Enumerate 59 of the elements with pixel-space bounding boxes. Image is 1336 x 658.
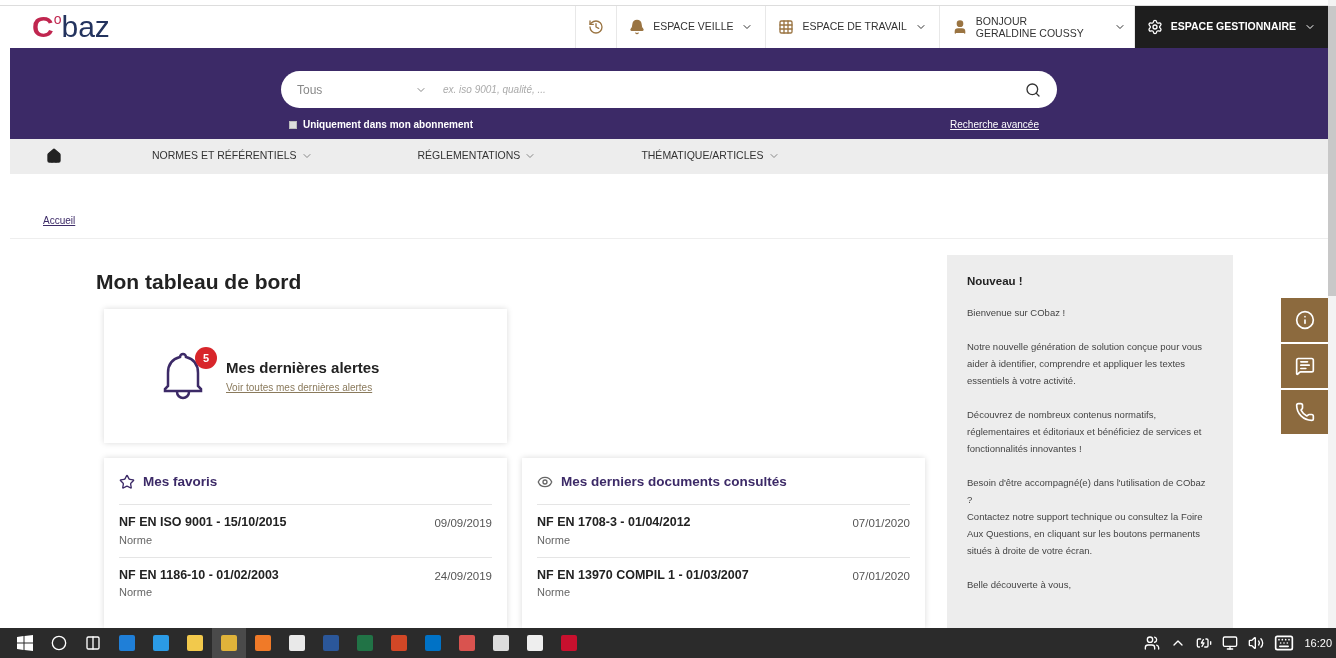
nav-menu-item[interactable]: RÉGLEMENTATIONS bbox=[417, 148, 537, 165]
bell-icon bbox=[629, 19, 646, 35]
header-menu-button[interactable]: ESPACE GESTIONNAIRE bbox=[1133, 5, 1328, 49]
page-title: Mon tableau de bord bbox=[96, 268, 303, 295]
windows-icon bbox=[17, 635, 33, 651]
side-action-button[interactable] bbox=[1281, 389, 1328, 434]
document-date: 09/09/2019 bbox=[434, 516, 492, 532]
task-view-icon bbox=[85, 635, 101, 651]
document-type: Norme bbox=[537, 585, 571, 601]
side-action-button[interactable] bbox=[1281, 343, 1328, 388]
phone-icon bbox=[1294, 401, 1315, 422]
settings-icon bbox=[1146, 19, 1163, 35]
search-field[interactable]: Tous ex. iso 9001, qualité, ... bbox=[281, 71, 1057, 109]
document-type: Norme bbox=[537, 533, 571, 548]
info-icon bbox=[1294, 309, 1315, 330]
history-icon bbox=[588, 19, 605, 35]
news-title: Nouveau ! bbox=[967, 273, 1024, 289]
search-icon[interactable] bbox=[1025, 81, 1041, 98]
document-date: 07/01/2020 bbox=[852, 516, 910, 532]
checkbox-label: Uniquement dans mon abonnement bbox=[303, 118, 473, 133]
network-icon[interactable] bbox=[1222, 635, 1239, 651]
volume-icon[interactable] bbox=[1248, 635, 1265, 651]
document-title[interactable]: NF EN ISO 9001 - 15/10/2015 bbox=[119, 513, 287, 532]
checkbox[interactable] bbox=[289, 120, 297, 129]
people-icon[interactable] bbox=[1144, 635, 1161, 651]
card-title: Mes favoris bbox=[143, 473, 218, 491]
news-paragraph: Notre nouvelle génération de solution conçue pour vous aider à identifier, comprendre et appliquer les textes essentiels à votre activité. bbox=[967, 339, 1204, 388]
advanced-search-link[interactable]: Recherche avancée bbox=[950, 117, 1039, 133]
news-paragraph: Besoin d'être accompagné(e) dans l'utilisation de CObaz ? bbox=[967, 475, 1207, 507]
battery-icon[interactable] bbox=[1196, 635, 1213, 651]
scrollbar[interactable] bbox=[1328, 0, 1336, 628]
news-paragraph: Bienvenue sur CObaz ! bbox=[967, 305, 1067, 320]
alerts-title: Mes dernières alertes bbox=[226, 358, 380, 379]
alert-count-badge: 5 bbox=[195, 347, 217, 369]
document-type: Norme bbox=[119, 533, 153, 548]
document-type: Norme bbox=[119, 585, 153, 601]
document-title[interactable]: NF EN 13970 COMPIL 1 - 01/03/2007 bbox=[537, 565, 749, 585]
clock-time[interactable]: 16:20 bbox=[1304, 634, 1332, 652]
grid-icon bbox=[778, 19, 795, 35]
nav-menu-item[interactable]: NORMES ET RÉFÉRENTIELS bbox=[152, 148, 313, 165]
side-action-button[interactable] bbox=[1281, 297, 1328, 342]
home-icon[interactable] bbox=[46, 148, 62, 165]
card-title: Mes derniers documents consultés bbox=[561, 473, 787, 491]
document-date: 24/09/2019 bbox=[434, 568, 492, 584]
document-date: 07/01/2020 bbox=[852, 568, 910, 584]
news-paragraph: Contactez notre support technique ou consultez la Foire Aux Questions, en cliquant sur les boutons permanents situés à droite de votre écran. bbox=[967, 509, 1204, 558]
search-icon bbox=[51, 635, 67, 651]
alerts-link[interactable]: Voir toutes mes dernières alertes bbox=[226, 379, 380, 395]
keyboard-icon[interactable] bbox=[1274, 633, 1295, 653]
nav-menu-item[interactable]: THÉMATIQUE/ARTICLES bbox=[641, 148, 780, 165]
news-paragraph: Découvrez de nombreux contenus normatifs, réglementaires et éditoriaux et bénéficiez de services et fonctionnalités innovantes ! bbox=[967, 407, 1203, 456]
message-icon bbox=[1294, 355, 1315, 376]
document-title[interactable]: NF EN 1186-10 - 01/02/2003 bbox=[119, 565, 279, 585]
scope-select[interactable]: Tous bbox=[297, 80, 427, 99]
document-title[interactable]: NF EN 1708-3 - 01/04/2012 bbox=[537, 513, 691, 532]
star-icon bbox=[119, 474, 135, 491]
breadcrumb-link[interactable]: Accueil bbox=[43, 212, 76, 228]
bell-icon bbox=[162, 350, 204, 402]
news-paragraph: Belle découverte à vous, bbox=[967, 577, 1073, 592]
